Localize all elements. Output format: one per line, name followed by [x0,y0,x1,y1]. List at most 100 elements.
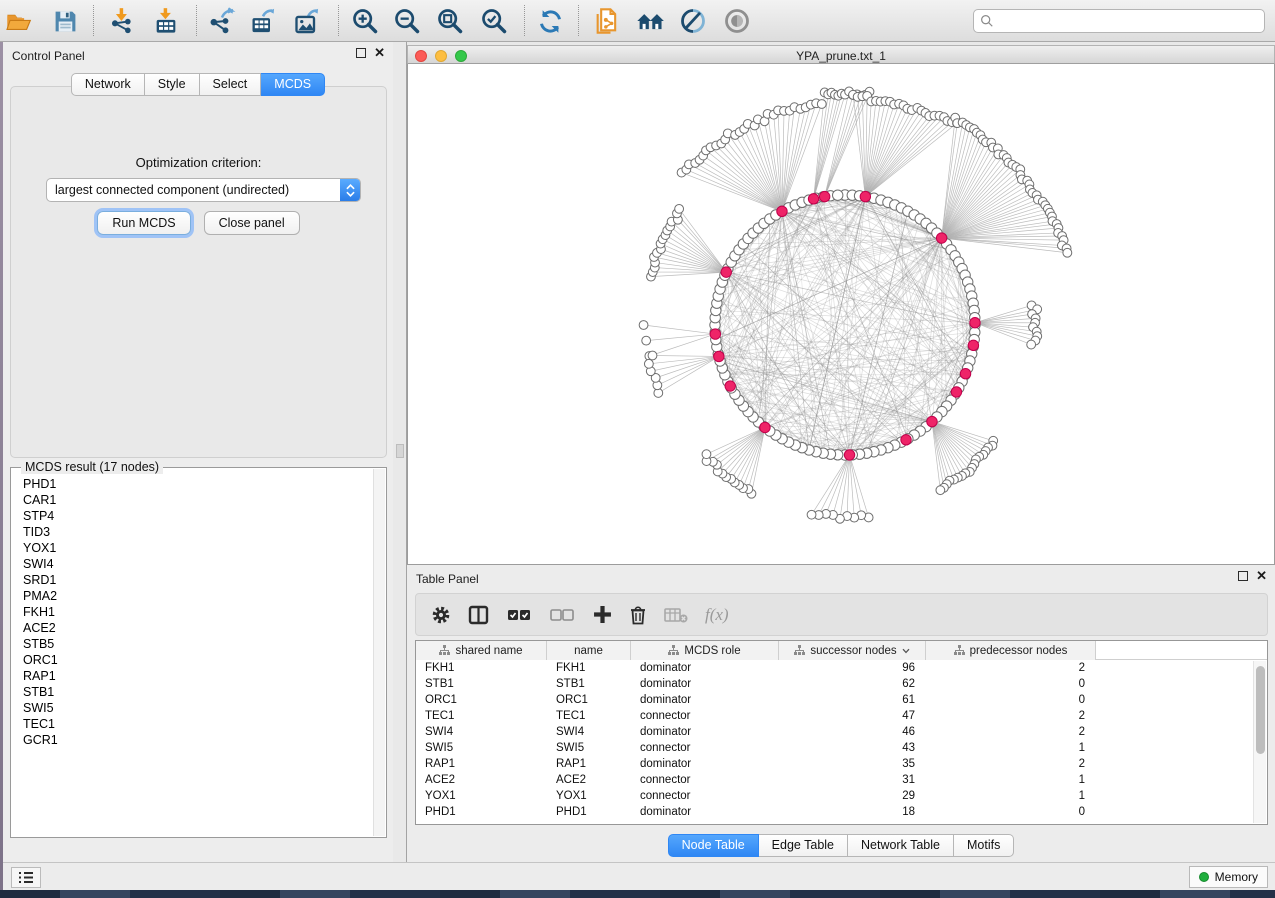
table-cell[interactable]: FKH1 [416,662,547,674]
table-cell[interactable]: SWI4 [547,726,631,738]
table-row[interactable]: PHD1PHD1dominator180 [416,804,1267,820]
float-panel-icon[interactable] [356,48,366,58]
close-panel-icon[interactable]: ✕ [374,48,385,58]
mcds-result-item[interactable]: STB5 [23,636,372,652]
table-cell[interactable]: 47 [779,710,926,722]
houses-icon[interactable] [635,6,665,36]
tab-network-table[interactable]: Network Table [848,834,954,857]
table-cell[interactable]: 96 [779,662,926,674]
memory-button[interactable]: Memory [1189,866,1268,888]
close-panel-button[interactable]: Close panel [204,211,300,235]
table-row[interactable]: ORC1ORC1dominator610 [416,692,1267,708]
search-box[interactable] [973,9,1265,33]
optimization-dropdown[interactable]: largest connected component (undirected) [46,178,361,202]
mcds-result-item[interactable]: SWI5 [23,700,372,716]
tab-style[interactable]: Style [145,73,200,96]
new-network-icon[interactable] [592,6,622,36]
mcds-result-item[interactable]: SWI4 [23,556,372,572]
zoom-in-icon[interactable] [350,6,380,36]
mcds-result-item[interactable]: TEC1 [23,716,372,732]
table-cell[interactable]: 0 [926,694,1096,706]
table-cell[interactable]: connector [631,790,779,802]
table-cell[interactable]: STB1 [547,678,631,690]
table-cell[interactable]: 61 [779,694,926,706]
table-cell[interactable]: 43 [779,742,926,754]
table-cell[interactable]: 31 [779,774,926,786]
column-header-MCDS-role[interactable]: MCDS role [631,641,779,660]
mcds-result-item[interactable]: PHD1 [23,476,372,492]
table-cell[interactable]: 18 [779,806,926,818]
add-icon[interactable] [593,605,612,624]
table-cell[interactable]: PHD1 [547,806,631,818]
mcds-result-item[interactable]: RAP1 [23,668,372,684]
splitter-grip[interactable] [396,444,404,458]
table-cell[interactable]: ORC1 [416,694,547,706]
unselect-all-icon[interactable] [550,606,576,624]
mcds-result-item[interactable]: CAR1 [23,492,372,508]
mcds-result-item[interactable]: YOX1 [23,540,372,556]
refresh-layout-icon[interactable] [535,6,565,36]
mcds-result-item[interactable]: ACE2 [23,620,372,636]
table-cell[interactable]: dominator [631,806,779,818]
table-cell[interactable]: 2 [926,710,1096,722]
table-cell[interactable]: YOX1 [416,790,547,802]
table-cell[interactable]: 35 [779,758,926,770]
table-cell[interactable]: 0 [926,678,1096,690]
trash-icon[interactable] [629,605,647,625]
table-cell[interactable]: 29 [779,790,926,802]
tab-node-table[interactable]: Node Table [668,834,759,857]
tab-edge-table[interactable]: Edge Table [759,834,848,857]
select-all-icon[interactable] [507,606,533,624]
table-cell[interactable]: SWI5 [416,742,547,754]
table-cell[interactable]: 1 [926,774,1096,786]
function-builder-icon[interactable]: f(x) [705,605,729,625]
table-cell[interactable]: 1 [926,790,1096,802]
export-table-icon[interactable] [248,6,278,36]
mcds-result-item[interactable]: STP4 [23,508,372,524]
table-cell[interactable]: connector [631,710,779,722]
network-canvas[interactable] [407,64,1275,565]
table-cell[interactable]: ORC1 [547,694,631,706]
column-header-successor-nodes[interactable]: successor nodes [779,641,926,660]
mcds-result-item[interactable]: STB1 [23,684,372,700]
mcds-result-item[interactable]: FKH1 [23,604,372,620]
table-cell[interactable]: STB1 [416,678,547,690]
table-cell[interactable]: SWI5 [547,742,631,754]
zoom-fit-icon[interactable] [435,6,465,36]
hide-details-icon[interactable] [678,6,708,36]
table-cell[interactable]: 2 [926,758,1096,770]
open-session-icon[interactable] [3,6,33,36]
column-header-predecessor-nodes[interactable]: predecessor nodes [926,641,1096,660]
table-scrollbar[interactable] [1253,661,1266,823]
table-cell[interactable]: PHD1 [416,806,547,818]
zoom-out-icon[interactable] [392,6,422,36]
table-cell[interactable]: RAP1 [547,758,631,770]
table-cell[interactable]: dominator [631,726,779,738]
mcds-result-item[interactable]: TID3 [23,524,372,540]
show-columns-icon[interactable] [468,605,490,625]
export-network-icon[interactable] [207,6,237,36]
table-row[interactable]: SWI5SWI5connector431 [416,740,1267,756]
export-image-icon[interactable] [292,6,322,36]
close-panel-icon[interactable]: ✕ [1256,571,1267,581]
tab-motifs[interactable]: Motifs [954,834,1014,857]
mcds-result-item[interactable]: PMA2 [23,588,372,604]
table-cell[interactable]: 0 [926,806,1096,818]
column-header-shared-name[interactable]: shared name [416,641,547,660]
table-cell[interactable]: 1 [926,742,1096,754]
table-cell[interactable]: TEC1 [416,710,547,722]
table-cell[interactable]: 46 [779,726,926,738]
table-cell[interactable]: connector [631,742,779,754]
mcds-result-item[interactable]: SRD1 [23,572,372,588]
table-cell[interactable]: dominator [631,694,779,706]
save-session-icon[interactable] [50,6,80,36]
mcds-result-list[interactable]: PHD1CAR1STP4TID3YOX1SWI4SRD1PMA2FKH1ACE2… [12,472,372,836]
table-row[interactable]: ACE2ACE2connector311 [416,772,1267,788]
table-cell[interactable]: dominator [631,662,779,674]
table-cell[interactable]: ACE2 [547,774,631,786]
table-cell[interactable]: SWI4 [416,726,547,738]
scrollbar-thumb[interactable] [1256,666,1265,754]
table-row[interactable]: TEC1TEC1connector472 [416,708,1267,724]
table-cell[interactable]: RAP1 [416,758,547,770]
table-cell[interactable]: YOX1 [547,790,631,802]
